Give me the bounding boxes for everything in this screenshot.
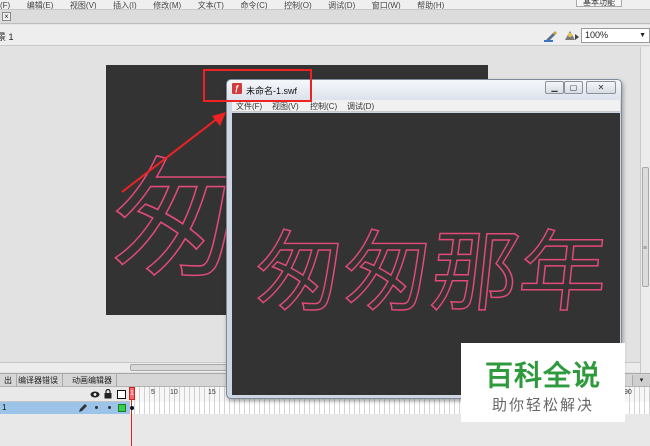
annotation-arrow-icon — [121, 112, 226, 193]
menu-modify[interactable]: 修改(M) — [153, 2, 181, 10]
tab-compiler-errors[interactable]: 编译器错误 — [14, 374, 63, 387]
grip-icon: ≡ — [643, 245, 648, 252]
menu-window[interactable]: 窗口(W) — [372, 2, 401, 10]
watermark-subtitle: 助你轻松解决 — [491, 396, 594, 414]
menu-text[interactable]: 文本(T) — [198, 2, 224, 10]
layer-color-swatch[interactable] — [118, 404, 126, 412]
scene-breadcrumb[interactable]: 景 1 — [0, 30, 14, 43]
vertical-scroll-thumb[interactable] — [642, 167, 649, 287]
menu-insert[interactable]: 插入(I) — [113, 2, 137, 10]
swf-menu-view[interactable]: 视图(V) — [272, 101, 299, 112]
swf-menu-control[interactable]: 控制(C) — [310, 101, 337, 112]
zoom-select[interactable]: 100% ▼ — [581, 28, 650, 43]
eye-icon[interactable] — [90, 390, 100, 399]
swf-menu-debug[interactable]: 调试(D) — [347, 101, 374, 112]
edit-scene-icon[interactable] — [562, 29, 580, 42]
chevron-down-icon: ▼ — [639, 32, 646, 39]
keyframe-dot[interactable] — [130, 406, 134, 410]
menu-bar: (F) 编辑(E) 视图(V) 插入(I) 修改(M) 文本(T) 命令(C) … — [0, 0, 650, 10]
panel-menu-icon[interactable]: ▾ — [632, 375, 650, 386]
ruler-label: 5 — [151, 389, 155, 396]
lock-icon[interactable] — [104, 389, 112, 399]
maximize-icon[interactable]: ▢ — [564, 81, 583, 94]
ruler-label: 90 — [624, 389, 632, 396]
menu-view[interactable]: 视图(V) — [70, 2, 97, 10]
vertical-scrollbar[interactable]: ≡ — [640, 47, 650, 373]
menu-edit[interactable]: 编辑(E) — [27, 2, 54, 10]
layer-name: 1 — [2, 403, 7, 412]
watermark-title: 百科全说 — [484, 359, 601, 392]
menu-help[interactable]: 帮助(H) — [417, 2, 444, 10]
playhead[interactable]: 1 — [129, 387, 135, 400]
tab-motion-editor[interactable]: 动画编辑器 — [68, 374, 117, 387]
ruler-label: 10 — [170, 389, 178, 396]
ruler-label: 15 — [208, 389, 216, 396]
swf-menu-file[interactable]: 文件(F) — [236, 101, 262, 112]
menu-file[interactable]: (F) — [0, 2, 10, 10]
minimize-icon[interactable]: ▁ — [545, 81, 564, 94]
close-icon[interactable]: ✕ — [586, 81, 616, 94]
outline-toggle-icon[interactable] — [117, 390, 126, 399]
close-tab-icon[interactable]: × — [2, 12, 11, 21]
zoom-value: 100% — [585, 30, 609, 40]
edit-symbols-icon[interactable] — [544, 29, 558, 42]
pencil-icon — [79, 404, 87, 412]
menu-commands[interactable]: 命令(C) — [240, 2, 267, 10]
lock-dot[interactable] — [108, 406, 111, 409]
annotation-highlight-box — [203, 69, 312, 102]
swf-outline-text: 匆匆那年 — [250, 221, 613, 324]
menu-debug[interactable]: 调试(D) — [328, 2, 355, 10]
document-tab-strip — [0, 10, 650, 24]
menu-control[interactable]: 控制(O) — [284, 2, 312, 10]
visibility-dot[interactable] — [95, 406, 98, 409]
workspace-switcher[interactable]: 基本功能 — [576, 0, 622, 7]
